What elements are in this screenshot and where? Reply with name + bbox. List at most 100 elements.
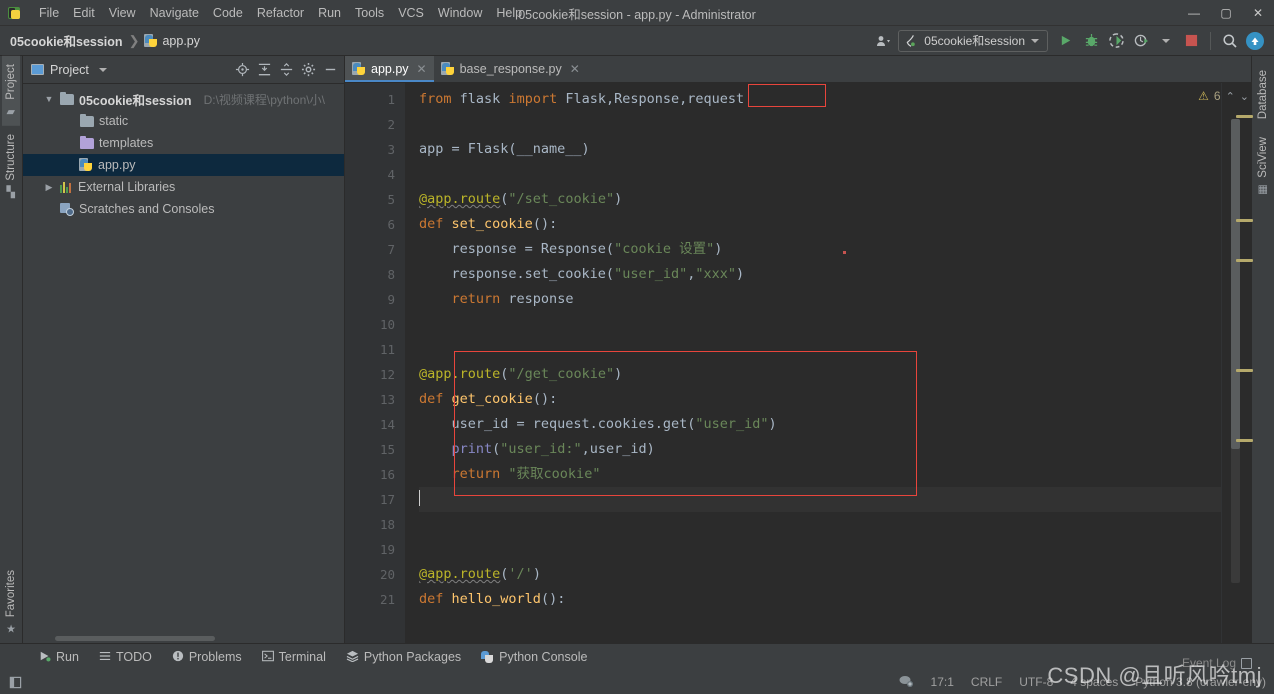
sidebar-tab-structure[interactable]: ▚ Structure xyxy=(2,126,20,207)
folder-icon xyxy=(80,113,94,127)
next-problem-icon[interactable]: ⌄ xyxy=(1240,90,1249,103)
update-icon[interactable] xyxy=(1244,30,1266,52)
locate-icon[interactable] xyxy=(232,60,252,80)
indent-setting[interactable]: 4 spaces xyxy=(1070,675,1118,689)
run-icon[interactable] xyxy=(1055,30,1077,52)
line-separator[interactable]: CRLF xyxy=(971,675,1002,689)
inspection-mark[interactable] xyxy=(1236,259,1253,262)
warning-summary[interactable]: ⚠ 6 ⌃ ⌄ xyxy=(1198,89,1249,103)
coverage-icon[interactable] xyxy=(1105,30,1127,52)
inspection-mark[interactable] xyxy=(1236,219,1253,222)
tool-button-terminal[interactable]: Terminal xyxy=(253,647,335,668)
chevron-down-icon[interactable]: ▼ xyxy=(43,94,55,104)
star-icon: ★ xyxy=(6,623,16,635)
editor-viewport: 1 2 3 4 5 6⊟ 7 8 9⌐ 10 11 12 13⊟ 14 15 1… xyxy=(345,83,1253,643)
menu-code[interactable]: Code xyxy=(206,3,250,23)
line-number: 2 xyxy=(387,117,395,132)
menu-run[interactable]: Run xyxy=(311,3,348,23)
profile-icon[interactable] xyxy=(1130,30,1152,52)
tab-app-py[interactable]: app.py ✕ xyxy=(345,56,434,82)
menu-view[interactable]: View xyxy=(102,3,143,23)
sidebar-tab-sciview[interactable]: ▦ SciView xyxy=(1255,131,1271,202)
pycharm-window: File Edit View Navigate Code Refactor Ru… xyxy=(0,0,1274,694)
stop-icon[interactable] xyxy=(1180,30,1202,52)
tree-item-project-root[interactable]: ▼ 05cookie和session D:\视频课程\python\小\ xyxy=(23,88,344,110)
expand-all-icon[interactable] xyxy=(254,60,274,80)
tab-base-response-py[interactable]: base_response.py ✕ xyxy=(434,56,587,82)
code-line-1: from flask import Flask,Response,request xyxy=(419,91,745,107)
maximize-button[interactable]: ▢ xyxy=(1210,0,1242,26)
project-panel-title[interactable]: Project xyxy=(31,63,107,77)
sidebar-tab-database[interactable]: Database xyxy=(1255,64,1271,125)
menu-window[interactable]: Window xyxy=(431,3,489,23)
tool-button-todo[interactable]: TODO xyxy=(90,647,161,668)
line-number: 3 xyxy=(387,142,395,157)
collapse-all-icon[interactable] xyxy=(276,60,296,80)
breadcrumb-separator-icon: ❯ xyxy=(128,32,140,48)
project-panel-toolbar xyxy=(232,60,340,80)
tree-item-app-py[interactable]: app.py xyxy=(23,154,344,176)
code-text[interactable]: from flask import Flask,Response,request… xyxy=(403,83,1221,612)
tree-item-templates[interactable]: templates xyxy=(23,132,344,154)
project-horizontal-scrollbar[interactable] xyxy=(55,636,215,641)
close-icon[interactable]: ✕ xyxy=(417,62,427,76)
close-button[interactable]: ✕ xyxy=(1242,0,1274,26)
menu-file[interactable]: File xyxy=(32,3,66,23)
tree-item-scratches-and-consoles[interactable]: Scratches and Consoles xyxy=(23,198,344,220)
tree-item-static[interactable]: static xyxy=(23,110,344,132)
tool-button-problems[interactable]: Problems xyxy=(163,647,251,668)
breadcrumb-file[interactable]: app.py xyxy=(144,33,200,48)
menu-navigate[interactable]: Navigate xyxy=(143,3,206,23)
menu-vcs[interactable]: VCS xyxy=(391,3,431,23)
tree-item-external-libraries[interactable]: ▶ External Libraries xyxy=(23,176,344,198)
chevron-right-icon[interactable]: ▶ xyxy=(43,182,55,193)
line-number: 5 xyxy=(387,192,395,207)
fold-bar xyxy=(403,83,405,643)
menu-help[interactable]: Help xyxy=(489,3,529,23)
tool-button-run[interactable]: Run xyxy=(30,647,88,668)
code-line-5: @app.route("/set_cookie") xyxy=(419,191,623,207)
editor-scrollbar[interactable] xyxy=(1231,115,1253,583)
run-configuration-selector[interactable]: 05cookie和session xyxy=(898,29,1048,52)
minimize-button[interactable]: — xyxy=(1178,0,1210,26)
tool-button-python-console[interactable]: Python Console xyxy=(472,647,596,667)
inspection-gutter: ⚠ 6 ⌃ ⌄ xyxy=(1198,83,1253,643)
share-icon[interactable] xyxy=(873,30,895,52)
sidebar-tab-favorites[interactable]: ★ Favorites xyxy=(2,562,20,643)
search-icon[interactable] xyxy=(1219,30,1241,52)
python-interpreter[interactable]: Python 3.8 (crawler-env) xyxy=(1135,675,1266,689)
inspection-mark[interactable] xyxy=(1236,439,1253,442)
menu-edit[interactable]: Edit xyxy=(66,3,102,23)
tool-button-python-packages[interactable]: Python Packages xyxy=(337,647,470,668)
previous-problem-icon[interactable]: ⌃ xyxy=(1226,90,1235,103)
scratches-icon xyxy=(60,202,74,216)
menu-tools[interactable]: Tools xyxy=(348,3,391,23)
profile-dropdown-icon[interactable] xyxy=(1155,30,1177,52)
project-panel: Project ▼ 05cookie和session D:\视频课程\pytho… xyxy=(23,56,345,643)
line-number: 15 xyxy=(379,442,395,457)
line-number-gutter: 1 2 3 4 5 6⊟ 7 8 9⌐ 10 11 12 13⊟ 14 15 1… xyxy=(345,83,409,643)
debug-icon[interactable] xyxy=(1080,30,1102,52)
inspection-mark[interactable] xyxy=(1236,115,1253,118)
code-editor[interactable]: from flask import Flask,Response,request… xyxy=(403,83,1221,643)
scrollbar-thumb[interactable] xyxy=(1231,119,1240,449)
hide-panel-icon[interactable] xyxy=(320,60,340,80)
inspection-mark[interactable] xyxy=(1236,369,1253,372)
line-number: 21⊟ xyxy=(345,587,409,612)
inspection-icon[interactable] xyxy=(898,674,914,691)
menu-refactor[interactable]: Refactor xyxy=(250,3,311,23)
settings-gear-icon[interactable] xyxy=(298,60,318,80)
caret-position[interactable]: 17:1 xyxy=(931,675,954,689)
breadcrumb-project[interactable]: 05cookie和session xyxy=(10,31,123,50)
file-encoding[interactable]: UTF-8 xyxy=(1019,675,1053,689)
navigation-bar: 05cookie和session ❯ app.py 05cookie和sessi… xyxy=(0,26,1274,56)
sidebar-tab-project[interactable]: ▰ Project xyxy=(2,56,20,126)
toggle-tool-windows-icon[interactable] xyxy=(6,673,24,691)
close-icon[interactable]: ✕ xyxy=(570,62,580,76)
grid-icon: ▦ xyxy=(1257,183,1269,196)
